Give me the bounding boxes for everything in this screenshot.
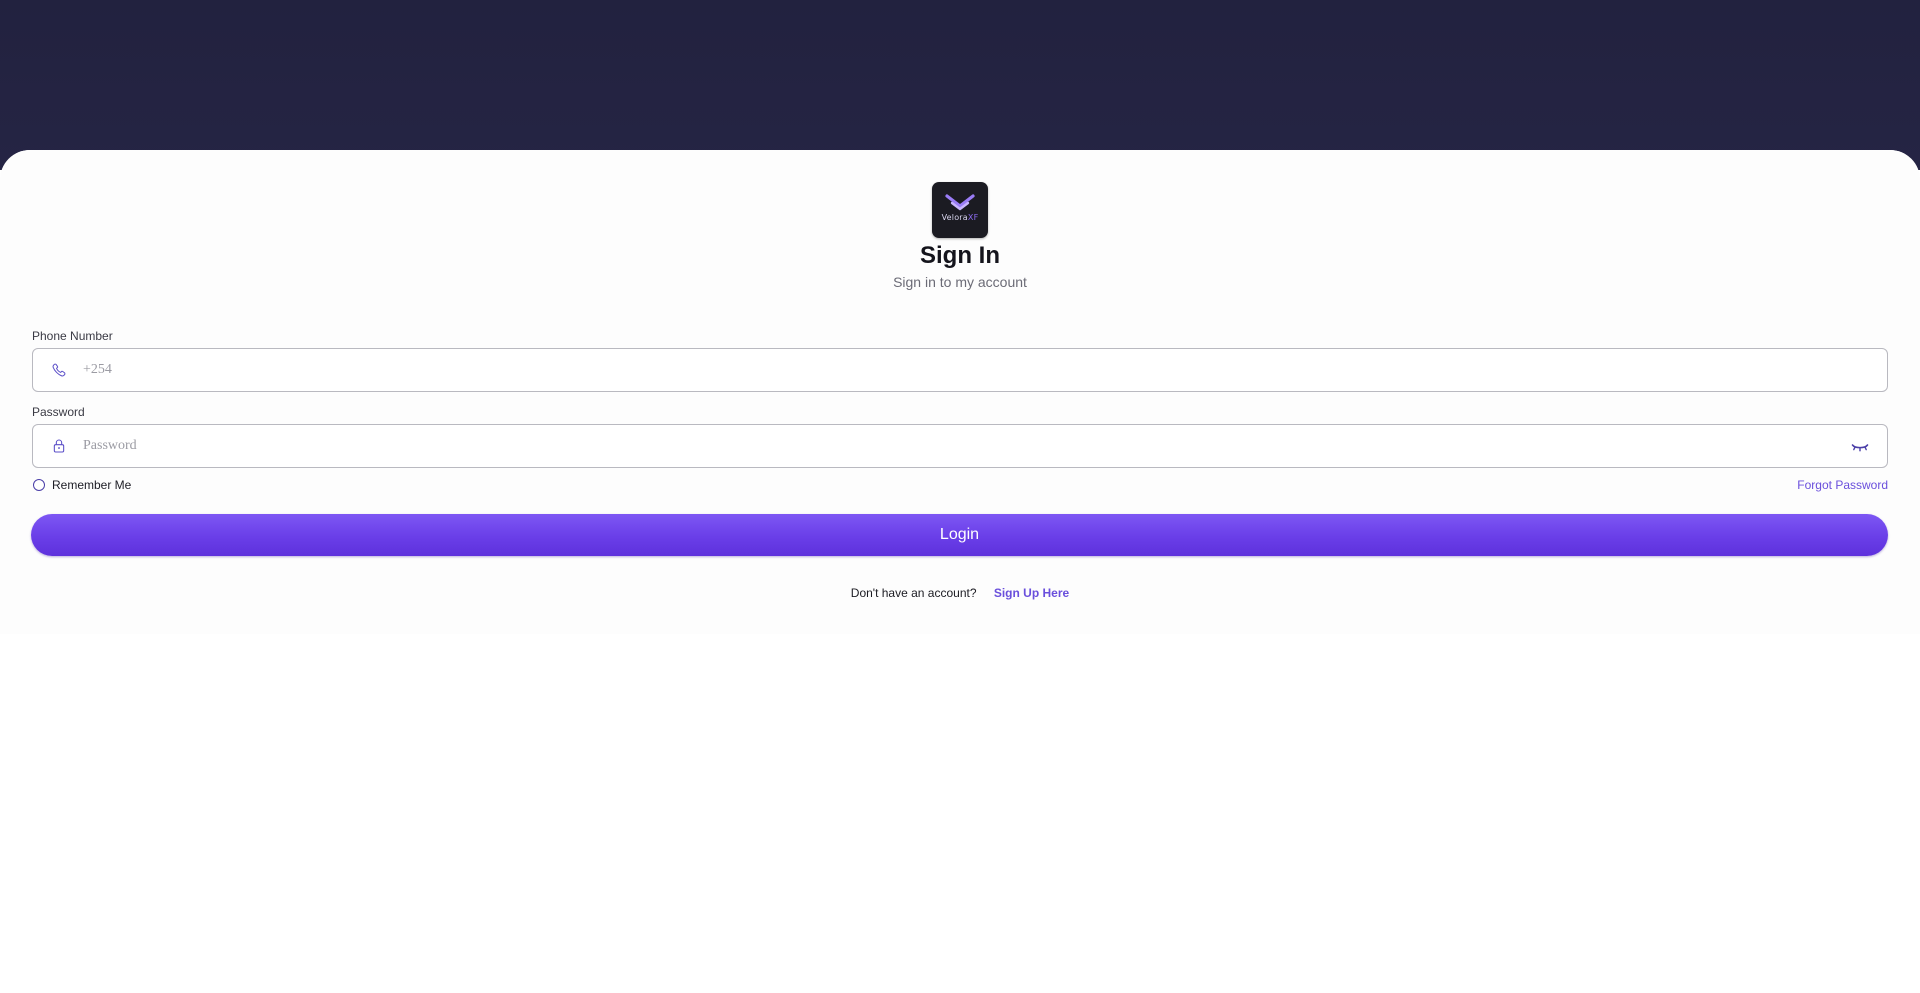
eye-closed-icon[interactable] xyxy=(1851,441,1869,453)
login-page: VeloraXF Sign In Sign in to my account P… xyxy=(0,0,1920,993)
login-button[interactable]: Login xyxy=(31,514,1888,556)
forgot-password-link[interactable]: Forgot Password xyxy=(1797,478,1888,492)
password-label: Password xyxy=(32,405,85,419)
lock-icon xyxy=(53,439,65,453)
remember-me-toggle[interactable]: Remember Me xyxy=(33,478,131,492)
phone-field[interactable] xyxy=(32,348,1888,392)
phone-input[interactable] xyxy=(83,349,1783,391)
phone-label: Phone Number xyxy=(32,329,113,343)
header-band xyxy=(0,0,1920,170)
remember-me-label: Remember Me xyxy=(52,478,132,492)
page-title: Sign In xyxy=(920,242,1000,269)
sign-in-panel: VeloraXF Sign In Sign in to my account P… xyxy=(0,150,1920,634)
logo-wordmark-accent: XF xyxy=(967,213,979,222)
brand-logo: VeloraXF xyxy=(932,182,988,238)
page-subtitle: Sign in to my account xyxy=(893,274,1027,290)
password-field[interactable] xyxy=(32,424,1888,468)
logo-wordmark: VeloraXF xyxy=(932,213,988,222)
signup-prompt-text: Don't have an account? xyxy=(850,586,977,600)
signup-prompt: Don't have an account? Sign Up Here xyxy=(0,586,1920,600)
remember-me-radio[interactable] xyxy=(33,479,45,491)
sign-in-card: VeloraXF Sign In Sign in to my account P… xyxy=(0,150,1920,993)
sign-up-link[interactable]: Sign Up Here xyxy=(994,586,1069,600)
password-input[interactable] xyxy=(83,425,1783,467)
logo-wordmark-main: Velora xyxy=(941,213,968,222)
chevron-logo-icon xyxy=(945,194,975,211)
phone-icon xyxy=(52,363,66,377)
